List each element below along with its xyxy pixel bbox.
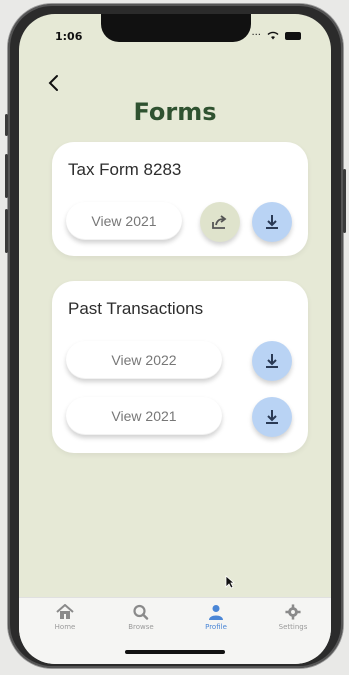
view-2021-button[interactable]: View 2021 — [66, 397, 222, 435]
back-button[interactable] — [47, 74, 67, 94]
tab-home[interactable]: Home — [35, 604, 95, 631]
download-icon — [266, 410, 278, 424]
volume-down-button — [5, 209, 8, 253]
profile-icon — [209, 605, 223, 620]
mute-switch — [5, 114, 8, 136]
share-button[interactable] — [200, 202, 240, 242]
app-screen: 1:06 ··· Forms Tax Form 8283 View 2021 P… — [19, 14, 331, 664]
page-title: Forms — [133, 98, 217, 126]
wifi-icon — [267, 31, 279, 40]
tab-profile[interactable]: Profile — [186, 604, 246, 631]
tab-label: Browse — [128, 623, 154, 631]
status-icons: ··· — [251, 30, 301, 41]
share-icon — [212, 215, 227, 229]
chevron-left-icon — [48, 75, 58, 91]
download-button[interactable] — [252, 341, 292, 381]
search-icon — [133, 604, 149, 620]
home-icon — [56, 604, 74, 619]
tab-browse[interactable]: Browse — [111, 604, 171, 631]
notch — [101, 14, 251, 42]
download-icon — [266, 215, 278, 229]
battery-icon — [285, 31, 301, 40]
view-2022-button[interactable]: View 2022 — [66, 341, 222, 379]
download-button[interactable] — [252, 397, 292, 437]
download-icon — [266, 354, 278, 368]
tab-label: Profile — [205, 623, 227, 631]
past-transactions-card: Past Transactions View 2022 View 2021 — [52, 281, 308, 453]
card-title: Tax Form 8283 — [68, 160, 182, 179]
status-time: 1:06 — [55, 30, 83, 43]
mouse-cursor-icon — [225, 574, 236, 593]
tab-bar: Home Browse Profile Settings — [19, 597, 331, 664]
tab-label: Home — [54, 623, 76, 631]
tax-form-card: Tax Form 8283 View 2021 — [52, 142, 308, 256]
volume-up-button — [5, 154, 8, 198]
card-title: Past Transactions — [68, 299, 204, 318]
tab-settings[interactable]: Settings — [263, 604, 323, 631]
view-2021-button[interactable]: View 2021 — [66, 202, 182, 240]
home-indicator[interactable] — [125, 650, 225, 654]
download-button[interactable] — [252, 202, 292, 242]
power-button — [343, 169, 346, 233]
tab-label: Settings — [278, 623, 308, 631]
signal-icon: ··· — [251, 30, 261, 41]
gear-icon — [285, 604, 301, 620]
